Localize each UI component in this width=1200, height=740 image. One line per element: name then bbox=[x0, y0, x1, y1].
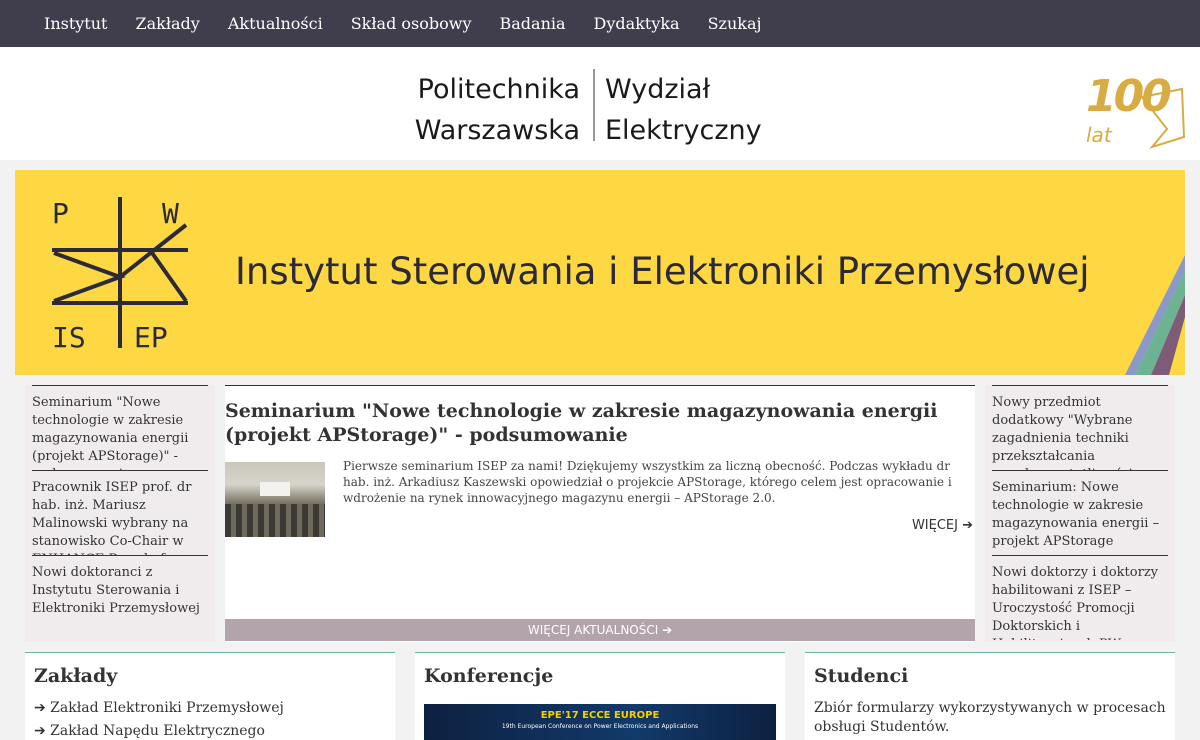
news-list-left: Seminarium "Nowe technologie w zakresie … bbox=[25, 385, 215, 642]
isep-logo: P W IS EP bbox=[52, 197, 188, 350]
news-item[interactable]: Seminarium: Nowe technologie w zakresie … bbox=[992, 470, 1168, 555]
anniversary-badge: 100 lat bbox=[1082, 67, 1188, 149]
projector-screen bbox=[260, 482, 290, 496]
conference-banner-image[interactable]: EPE'17 ECCE EUROPE 19th European Confere… bbox=[424, 704, 776, 740]
featured-title[interactable]: Seminarium "Nowe technologie w zakresie … bbox=[225, 399, 975, 447]
section-title: Konferencje bbox=[424, 665, 554, 687]
studenci-text[interactable]: Zbiór formularzy wykorzystywanych w proc… bbox=[814, 699, 1166, 737]
news-item[interactable]: Seminarium "Nowe technologie w zakresie … bbox=[32, 385, 208, 470]
isep-logo-letters-is: IS bbox=[52, 321, 86, 350]
pw-logo-line1: Politechnika bbox=[417, 74, 580, 105]
news-item[interactable]: Pracownik ISEP prof. dr hab. inż. Marius… bbox=[32, 470, 208, 555]
featured-thumbnail[interactable] bbox=[225, 462, 325, 537]
top-navigation: Instytut Zakłady Aktualności Skład osobo… bbox=[0, 0, 1200, 47]
conference-image-title: EPE'17 ECCE EUROPE bbox=[540, 710, 660, 721]
nav-item-szukaj[interactable]: Szukaj bbox=[694, 14, 776, 33]
faculty-logo-line2: Elektryczny bbox=[605, 115, 762, 146]
section-zaklady: Zakłady ➔ Zakład Elektroniki Przemysłowe… bbox=[25, 652, 395, 740]
conference-image-subtitle: 19th European Conference on Power Electr… bbox=[501, 723, 699, 730]
pw-logo[interactable]: Politechnika Warszawska bbox=[414, 69, 580, 151]
site-header: Politechnika Warszawska Wydział Elektryc… bbox=[0, 47, 1200, 160]
read-more-link[interactable]: WIĘCEJ ➔ bbox=[912, 518, 973, 533]
isep-logo-letters-ep: EP bbox=[134, 321, 168, 350]
decorative-stripes bbox=[1125, 255, 1185, 375]
audience bbox=[225, 504, 325, 537]
zaklad-link[interactable]: ➔ Zakład Napędu Elektrycznego bbox=[34, 720, 395, 740]
news-item[interactable]: Nowy przedmiot dodatkowy "Wybrane zagadn… bbox=[992, 385, 1168, 470]
isep-logo-letter-w: W bbox=[162, 197, 179, 230]
anniversary-word: lat bbox=[1086, 123, 1112, 147]
nav-item-aktualnosci[interactable]: Aktualności bbox=[214, 14, 337, 33]
nav-item-instytut[interactable]: Instytut bbox=[30, 14, 121, 33]
faculty-logo[interactable]: Wydział Elektryczny bbox=[605, 69, 805, 151]
institute-title: Instytut Sterowania i Elektroniki Przemy… bbox=[235, 250, 1090, 293]
pw-logo-line2: Warszawska bbox=[414, 115, 580, 146]
section-title: Studenci bbox=[814, 665, 909, 687]
news-item[interactable]: Nowi doktoranci z Instytutu Sterowania i… bbox=[32, 555, 208, 640]
isep-logo-letter-p: P bbox=[52, 197, 69, 230]
news-item[interactable]: Nowi doktorzy i doktorzy habilitowani z … bbox=[992, 555, 1168, 640]
section-title: Zakłady bbox=[34, 665, 118, 687]
featured-excerpt: Pierwsze seminarium ISEP za nami! Dzięku… bbox=[343, 459, 952, 505]
logo-divider bbox=[593, 69, 595, 141]
section-konferencje: Konferencje EPE'17 ECCE EUROPE 19th Euro… bbox=[415, 652, 785, 740]
institute-banner: P W IS EP Instytut Sterowania i Elektron… bbox=[15, 170, 1185, 375]
nav-item-dydaktyka[interactable]: Dydaktyka bbox=[580, 14, 694, 33]
nav-item-sklad-osobowy[interactable]: Skład osobowy bbox=[337, 14, 486, 33]
featured-news: Seminarium "Nowe technologie w zakresie … bbox=[225, 385, 975, 642]
section-studenci: Studenci Zbiór formularzy wykorzystywany… bbox=[805, 652, 1175, 740]
zaklad-link[interactable]: ➔ Zakład Elektroniki Przemysłowej bbox=[34, 697, 395, 720]
faculty-logo-line1: Wydział bbox=[605, 74, 711, 105]
nav-item-zaklady[interactable]: Zakłady bbox=[121, 14, 213, 33]
featured-divider bbox=[225, 385, 975, 386]
news-list-right: Nowy przedmiot dodatkowy "Wybrane zagadn… bbox=[985, 385, 1175, 642]
more-news-button[interactable]: WIĘCEJ AKTUALNOŚCI ➔ bbox=[225, 619, 975, 641]
anniversary-number: 100 bbox=[1086, 71, 1172, 122]
nav-item-badania[interactable]: Badania bbox=[486, 14, 580, 33]
